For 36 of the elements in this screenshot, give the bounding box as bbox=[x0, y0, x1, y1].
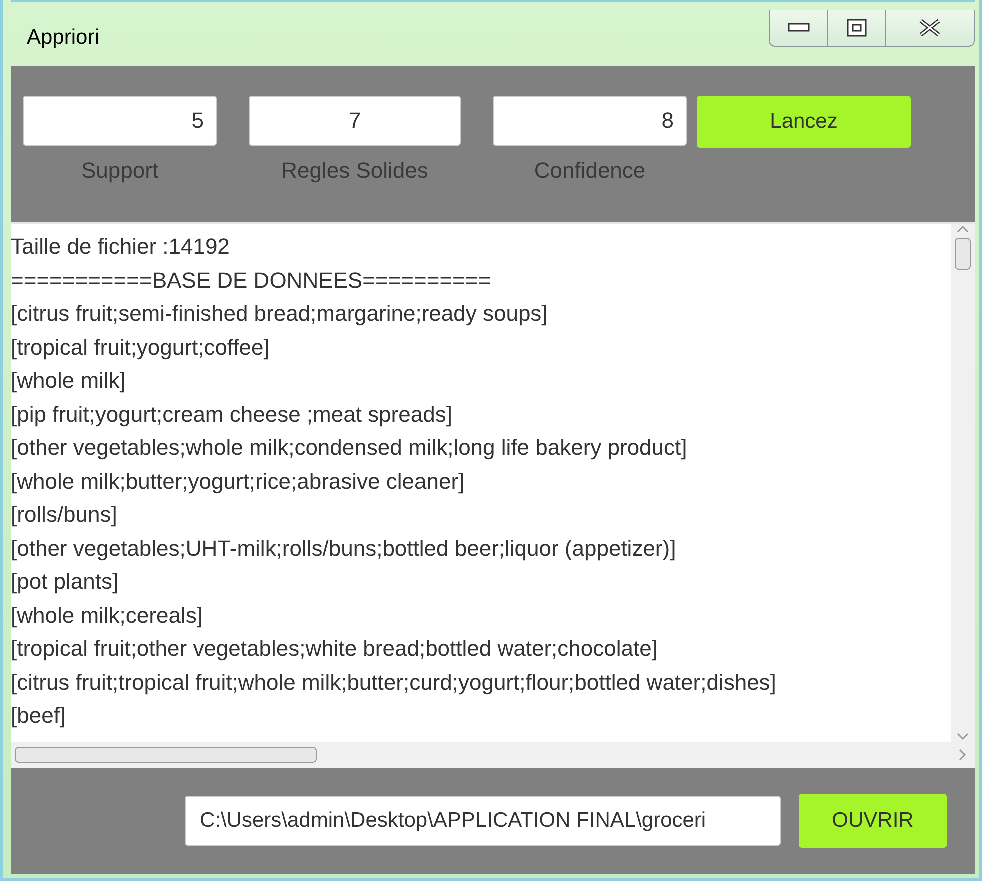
output-line: ===========BASE DE DONNEES========== bbox=[11, 266, 492, 294]
output-line: [rolls/buns] bbox=[11, 501, 118, 529]
output-line: [beef] bbox=[11, 702, 66, 730]
output-line: [citrus fruit;semi-finished bread;margarine;ready soups] bbox=[11, 300, 548, 328]
output-line: [tropical fruit;other vegetables;white bread;bottled water;chocolate] bbox=[11, 635, 658, 663]
close-icon bbox=[919, 19, 941, 37]
scrollbar-thumb[interactable] bbox=[955, 238, 971, 270]
field-label: Regles Solides bbox=[282, 158, 428, 184]
output-line: [citrus fruit;tropical fruit;whole milk;butter;curd;yogurt;flour;bottled water;dishes] bbox=[11, 668, 776, 697]
field-label: Confidence bbox=[534, 158, 646, 184]
output-text-area[interactable] bbox=[11, 222, 975, 768]
scroll-up-icon bbox=[956, 224, 970, 234]
window-title: Appriori bbox=[27, 26, 100, 50]
output-line: [tropical fruit;yogurt;coffee] bbox=[11, 334, 270, 362]
maximize-icon bbox=[846, 19, 866, 37]
horizontal-scrollbar[interactable] bbox=[11, 742, 951, 768]
output-line: Taille de fichier :14192 bbox=[11, 233, 230, 261]
open-button[interactable]: OUVRIR bbox=[799, 794, 947, 848]
output-line: [whole milk;cereals] bbox=[11, 602, 203, 630]
minimize-icon bbox=[788, 23, 810, 33]
output-line: [whole milk;butter;yogurt;rice;abrasive cleaner] bbox=[11, 468, 465, 496]
number-field[interactable]: 5 bbox=[23, 96, 217, 146]
vertical-scrollbar[interactable] bbox=[951, 224, 975, 742]
scrollbar-thumb[interactable] bbox=[15, 747, 317, 763]
scroll-right-icon bbox=[958, 748, 968, 762]
run-button[interactable]: Lancez bbox=[697, 96, 911, 148]
output-line: [whole milk] bbox=[11, 367, 126, 395]
output-line: [pip fruit;yogurt;cream cheese ;meat spreads] bbox=[11, 400, 452, 429]
file-path-field[interactable]: C:\Users\admin\Desktop\APPLICATION FINAL\groceri bbox=[185, 796, 781, 846]
scroll-down-icon bbox=[956, 732, 970, 742]
number-field[interactable]: 8 bbox=[493, 96, 687, 146]
field-label: Support bbox=[81, 158, 159, 184]
output-line: [pot plants] bbox=[11, 568, 119, 596]
output-line: [other vegetables;whole milk;condensed milk;long life bakery product] bbox=[11, 434, 688, 462]
number-field[interactable]: 7 bbox=[249, 96, 461, 146]
output-line: [other vegetables;UHT-milk;rolls/buns;bottled beer;liquor (appetizer)] bbox=[11, 534, 676, 563]
